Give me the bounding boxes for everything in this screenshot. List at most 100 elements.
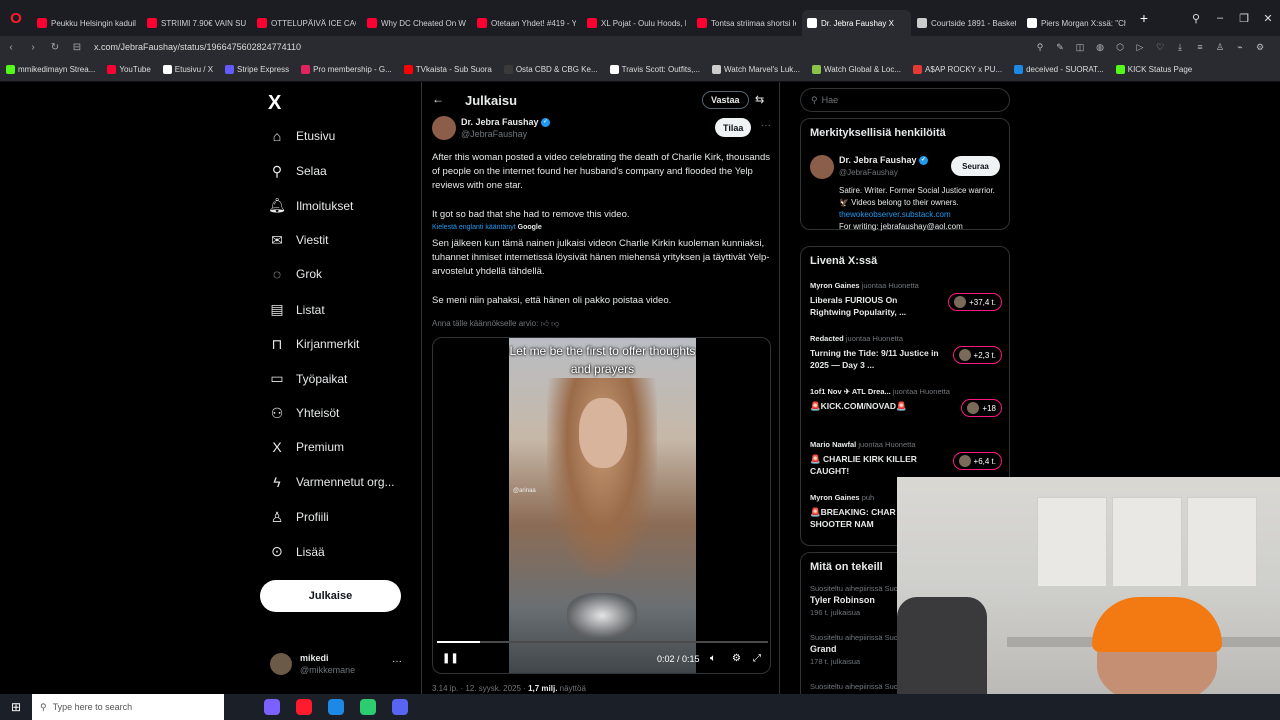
restore-button[interactable]: ❐ (1232, 12, 1256, 25)
rel-name[interactable]: Dr. Jebra Faushay (839, 155, 917, 165)
live-listeners-badge[interactable]: +37,4 t. (948, 293, 1002, 311)
forward-arrow-icon[interactable]: › (22, 42, 44, 53)
live-item[interactable]: 1of1 Nov ✈ ATL Drea... juontaa Huonetta 🚨… (810, 387, 1002, 417)
post-button[interactable]: Julkaise (260, 580, 401, 612)
live-listeners-badge[interactable]: +18 (961, 399, 1002, 417)
profile-icon[interactable]: ♙ (1210, 42, 1230, 53)
bookmark-item[interactable]: A$AP ROCKY x PU... (907, 65, 1008, 74)
rel-handle[interactable]: @JebraFaushay (839, 168, 898, 177)
browser-tab[interactable]: OTTELUPÄIVÄ ICE CAGE 5 (252, 10, 361, 36)
shield-icon[interactable]: ◍ (1090, 42, 1110, 53)
nav-item-9[interactable]: X Premium (268, 439, 344, 455)
pause-icon[interactable]: ❚❚ (442, 653, 459, 664)
browser-tab[interactable]: Courtside 1891 - Basketb (912, 10, 1021, 36)
minimize-button[interactable]: – (1208, 12, 1232, 24)
extensions-icon[interactable]: ⬡ (1110, 42, 1130, 53)
browser-tab[interactable]: STRIIMI 7.90€ VAIN SUNN (142, 10, 251, 36)
bookmark-item[interactable]: TVkaista - Sub Suora (398, 65, 498, 74)
opera-logo-icon[interactable]: O (6, 8, 26, 28)
camera-icon[interactable]: ◫ (1070, 42, 1090, 53)
nav-item-12[interactable]: ⊙ Lisää (268, 543, 325, 560)
heart-icon[interactable]: ♡ (1150, 42, 1170, 53)
trend-item[interactable]: Suositeltu aihepiirissä Suo (810, 681, 898, 692)
back-arrow-icon[interactable]: ‹ (0, 42, 22, 53)
live-item[interactable]: Redacted juontaa Huonetta Turning the Tid… (810, 334, 1002, 371)
nav-item-5[interactable]: ▤ Listat (268, 301, 324, 318)
account-switcher[interactable]: mikedi @mikkemane ··· (270, 652, 410, 676)
avatar[interactable] (432, 116, 456, 140)
avatar[interactable] (810, 155, 834, 179)
bookmark-item[interactable]: Pro membership - G... (295, 65, 398, 74)
aria-icon[interactable]: ⌁ (1230, 42, 1250, 53)
nav-item-6[interactable]: ⊓ Kirjanmerkit (268, 336, 360, 353)
discord-icon[interactable] (384, 694, 416, 720)
browser-tab[interactable]: Dr. Jebra Faushay X (802, 10, 911, 36)
browser-tab[interactable]: Piers Morgan X:ssä: "Cha (1022, 10, 1131, 36)
zoom-icon[interactable]: ⚲ (1030, 42, 1050, 53)
nav-item-4[interactable]: ◌ Grok (268, 266, 322, 282)
search-input[interactable]: ⚲ Hae (800, 88, 1010, 112)
video-progress-bar[interactable] (437, 641, 768, 643)
fullscreen-icon[interactable]: ⤢ (753, 653, 761, 664)
follow-button[interactable]: Seuraa (951, 156, 1000, 176)
windows-start-icon[interactable]: ⊞ (0, 700, 32, 714)
edge-icon[interactable] (320, 694, 352, 720)
nav-item-2[interactable]: 🔔︎ Ilmoitukset (268, 197, 353, 214)
app-icon[interactable] (352, 694, 384, 720)
live-listeners-badge[interactable]: +2,3 t. (952, 346, 1002, 364)
bookmark-item[interactable]: Watch Global & Loc... (806, 65, 907, 74)
video-player[interactable]: Let me be the first to offer thoughts an… (432, 337, 771, 674)
bookmark-item[interactable]: Osta CBD & CBG Ke... (498, 65, 604, 74)
browser-tab[interactable]: Why DC Cheated On Wei (362, 10, 471, 36)
live-listeners-badge[interactable]: +6,4 t. (952, 452, 1002, 470)
x-logo-icon[interactable]: X (268, 92, 281, 115)
play-icon[interactable]: ▷ (1130, 42, 1150, 53)
new-tab-button[interactable]: + (1132, 10, 1156, 26)
nav-item-10[interactable]: ϟ Varmennetut org... (268, 474, 394, 490)
nav-item-3[interactable]: ✉ Viestit (268, 232, 328, 249)
live-item[interactable]: Myron Gaines juontaa Huonetta Liberals FU… (810, 281, 1002, 318)
subscribe-button[interactable]: Tilaa (715, 118, 752, 137)
reply-button[interactable]: Vastaa (702, 91, 749, 109)
nav-item-7[interactable]: ▭ Työpaikat (268, 370, 347, 387)
bookmark-item[interactable]: YouTube (101, 65, 156, 74)
bookmark-item[interactable]: Stripe Express (219, 65, 295, 74)
post-author[interactable]: Dr. Jebra Faushay ✓ @JebraFaushay (432, 116, 551, 140)
bookmark-item[interactable]: mmikedimayn Strea... (0, 65, 101, 74)
bookmark-item[interactable]: Watch Marvel's Luk... (706, 65, 806, 74)
bookmark-item[interactable]: Etusivu / X (157, 65, 219, 74)
nav-item-1[interactable]: ⚲ Selaa (268, 163, 327, 180)
settings-icon[interactable]: ⚙ (1250, 42, 1270, 53)
volume-icon[interactable]: 🔈︎ (710, 653, 716, 664)
filter-icon[interactable]: ⇆ (755, 93, 764, 106)
more-dots-icon[interactable]: ··· (392, 656, 402, 667)
video-frame[interactable] (509, 338, 696, 673)
taskbar-search-input[interactable]: ⚲ Type here to search (32, 694, 224, 720)
nav-item-0[interactable]: ⌂ Etusivu (268, 128, 336, 144)
nav-item-8[interactable]: ⚇ Yhteisöt (268, 405, 340, 422)
close-window-button[interactable]: ✕ (1256, 12, 1280, 25)
trend-item[interactable]: Suositeltu aihepiirissä Suo Tyler Robinso… (810, 583, 898, 618)
url-field[interactable]: x.com/JebraFaushay/status/19664756028247… (94, 42, 301, 52)
browser-tab[interactable]: XL Pojat - Oulu Hoods, N (582, 10, 691, 36)
author-name[interactable]: Dr. Jebra Faushay (461, 117, 539, 127)
nav-item-11[interactable]: ♙ Profiili (268, 509, 329, 526)
author-handle[interactable]: @JebraFaushay (461, 128, 550, 140)
trend-item[interactable]: Suositeltu aihepiirissä Suo Grand 178 t. j… (810, 632, 898, 667)
download-icon[interactable]: ⤓ (1170, 42, 1190, 53)
browser-tab[interactable]: Peukku Helsingin kaduill (32, 10, 141, 36)
post-time[interactable]: 3.14 ip. · 12. syysk. 2025 · (432, 684, 526, 693)
reload-icon[interactable]: ↻ (44, 42, 66, 53)
browser-tab[interactable]: Tontsa striimaa shortsi le (692, 10, 801, 36)
more-dots-icon[interactable]: ··· (761, 120, 771, 131)
settings-icon[interactable]: ⚙ (732, 653, 741, 664)
menu-icon[interactable]: ≡ (1190, 42, 1210, 52)
thumbs-up-icon[interactable]: 👍︎ (541, 319, 549, 328)
rel-name-wrap[interactable]: Dr. Jebra Faushay ✓ (839, 155, 929, 166)
bio-link[interactable]: thewokeobserver.substack.com (839, 210, 951, 219)
thumbs-down-icon[interactable]: 👎︎ (551, 319, 559, 328)
task-view-icon[interactable] (224, 694, 256, 720)
copilot-icon[interactable] (256, 694, 288, 720)
browser-tab[interactable]: Otetaan Yhdet! #419 - Yo (472, 10, 581, 36)
bookmark-item[interactable]: Travis Scott: Outfits,... (604, 65, 706, 74)
